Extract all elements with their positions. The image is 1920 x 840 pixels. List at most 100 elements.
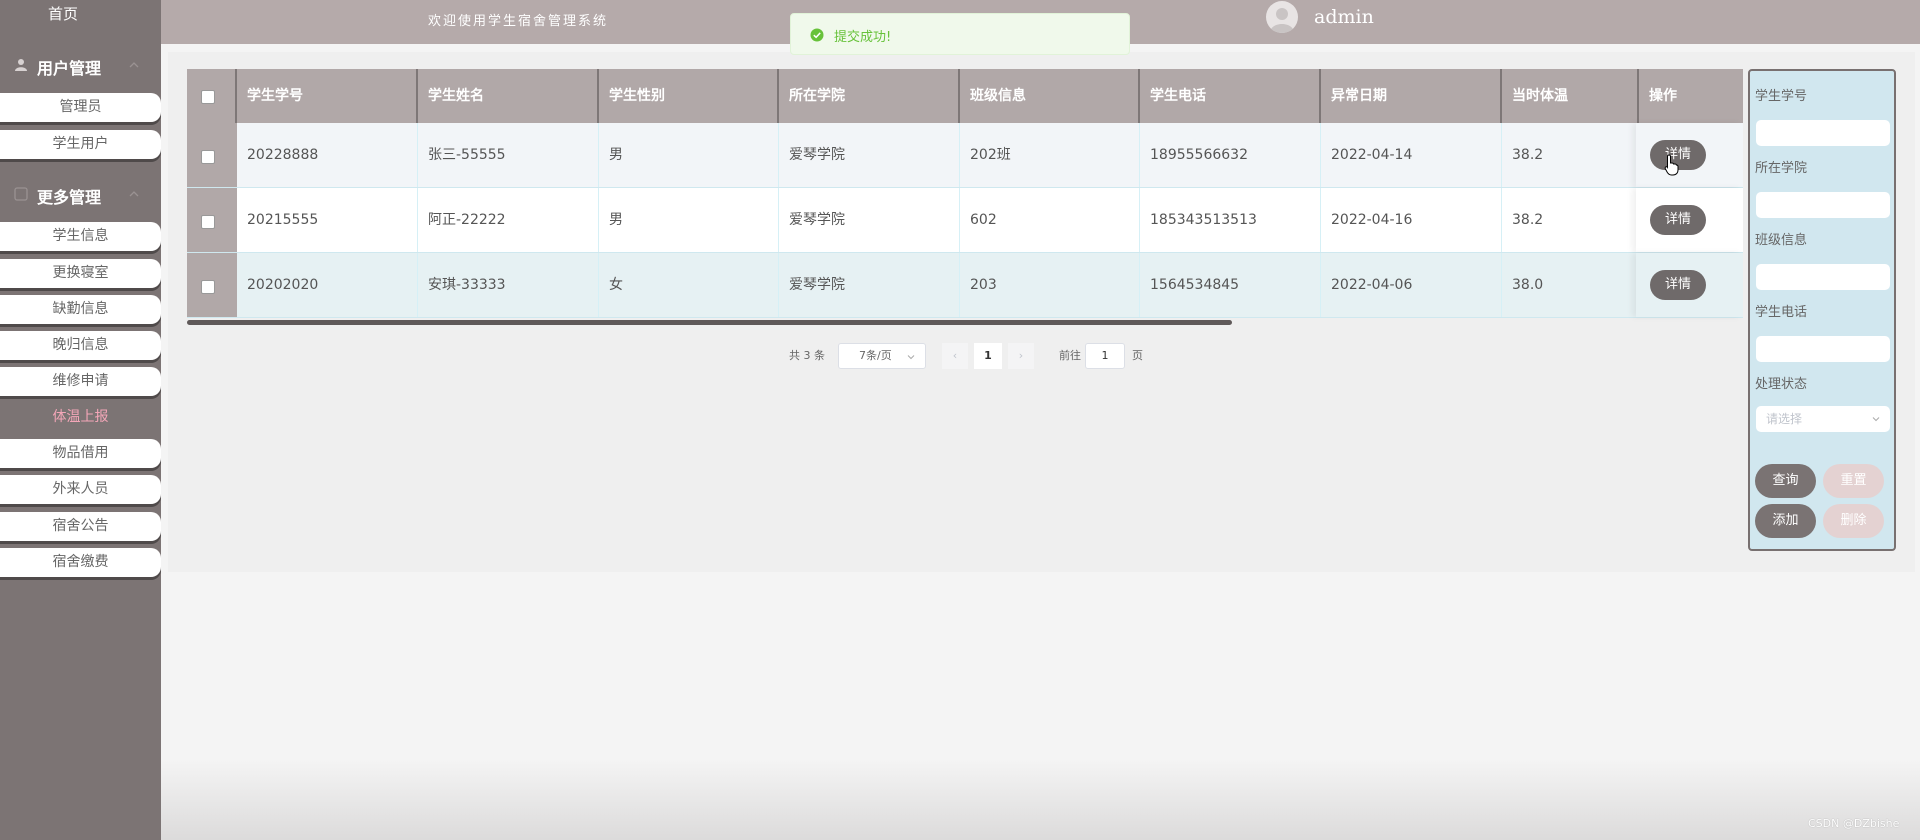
cell-phone: 1564534845	[1140, 253, 1321, 317]
column-header: 班级信息	[960, 69, 1140, 123]
cell-student-name: 安琪-33333	[418, 253, 599, 317]
next-page-button[interactable]: ›	[1008, 343, 1034, 369]
sidebar-group-label: 更多管理	[37, 188, 102, 207]
cell-actions: 详情	[1636, 188, 1743, 252]
column-header: 学生电话	[1140, 69, 1321, 123]
cell-student-name: 张三-55555	[418, 123, 599, 187]
watermark: CSDN @DZbishe	[1808, 817, 1900, 830]
detail-button[interactable]: 详情	[1650, 205, 1706, 235]
cell-college: 爱琴学院	[779, 253, 960, 317]
status-select-placeholder: 请选择	[1766, 412, 1803, 426]
column-header: 学生性别	[599, 69, 779, 123]
search-college-input[interactable]	[1756, 192, 1890, 218]
search-label-phone: 学生电话	[1755, 305, 1808, 320]
sidebar-group-user-management[interactable]: 用户管理	[0, 48, 161, 84]
cell-date: 2022-04-06	[1321, 253, 1502, 317]
cell-college: 爱琴学院	[779, 123, 960, 187]
header-checkbox-cell	[187, 69, 237, 123]
sidebar-item-absence[interactable]: 缺勤信息	[0, 295, 161, 324]
avatar-icon[interactable]	[1266, 1, 1298, 33]
search-label-college: 所在学院	[1755, 161, 1808, 176]
cell-student-id: 20215555	[237, 188, 418, 252]
sidebar-item-room-change[interactable]: 更换寝室	[0, 259, 161, 288]
row-checkbox[interactable]	[201, 280, 215, 294]
cell-temperature: 38.2	[1502, 188, 1639, 252]
detail-button[interactable]: 详情	[1650, 270, 1706, 300]
table-row[interactable]: 20215555 阿正-22222 男 爱琴学院 602 18534351351…	[187, 188, 1743, 253]
chevron-down-icon	[1872, 417, 1880, 422]
sidebar-group-label: 用户管理	[37, 59, 102, 78]
search-student-id-input[interactable]	[1756, 120, 1890, 146]
cell-phone: 18955566632	[1140, 123, 1321, 187]
cell-gender: 男	[599, 188, 779, 252]
table-row[interactable]: 20228888 张三-55555 男 爱琴学院 202班 1895556663…	[187, 123, 1743, 188]
sidebar-item-admin[interactable]: 管理员	[0, 93, 161, 122]
sidebar-item-visitors[interactable]: 外来人员	[0, 475, 161, 504]
search-label-class: 班级信息	[1755, 233, 1808, 248]
cell-actions: 详情	[1636, 253, 1743, 317]
column-header: 异常日期	[1321, 69, 1502, 123]
sidebar-item-repair[interactable]: 维修申请	[0, 367, 161, 396]
cell-date: 2022-04-16	[1321, 188, 1502, 252]
row-checkbox[interactable]	[201, 215, 215, 229]
status-select[interactable]: 请选择	[1756, 406, 1890, 432]
row-checkbox-cell	[187, 188, 237, 252]
column-header: 学生学号	[237, 69, 418, 123]
cell-student-name: 阿正-22222	[418, 188, 599, 252]
chevron-up-icon	[129, 62, 139, 68]
cell-student-id: 20228888	[237, 123, 418, 187]
table-row[interactable]: 20202020 安琪-33333 女 爱琴学院 203 1564534845 …	[187, 253, 1743, 318]
reset-button[interactable]: 重置	[1823, 464, 1884, 498]
delete-button[interactable]: 删除	[1823, 504, 1884, 538]
row-checkbox-cell	[187, 253, 237, 317]
sidebar-group-more-management[interactable]: 更多管理	[0, 177, 161, 213]
toast-message: 提交成功!	[834, 30, 892, 45]
cell-gender: 男	[599, 123, 779, 187]
sidebar-item-student-users[interactable]: 学生用户	[0, 130, 161, 159]
search-label-status: 处理状态	[1755, 377, 1808, 392]
sidebar-item-notice[interactable]: 宿舍公告	[0, 512, 161, 541]
username[interactable]: admin	[1314, 6, 1374, 28]
chevron-up-icon	[129, 191, 139, 197]
prev-page-button[interactable]: ‹	[942, 343, 968, 369]
check-circle-icon	[810, 28, 824, 42]
sidebar-item-temperature[interactable]: 体温上报	[0, 403, 161, 432]
pagination-total: 共 3 条	[789, 349, 825, 362]
page-size-value: 7条/页	[859, 349, 892, 362]
success-toast: 提交成功!	[790, 13, 1130, 55]
data-table: 学生学号 学生姓名 学生性别 所在学院 班级信息 学生电话 异常日期 当时体温 …	[187, 69, 1743, 322]
goto-label: 前往	[1059, 349, 1081, 362]
cell-actions: 详情	[1636, 123, 1743, 187]
cursor-icon	[1664, 154, 1679, 176]
sidebar-item-late-return[interactable]: 晚归信息	[0, 331, 161, 360]
search-phone-input[interactable]	[1756, 336, 1890, 362]
page-size-select[interactable]: 7条/页	[838, 343, 926, 369]
user-icon	[15, 59, 27, 71]
sidebar: 首页 用户管理 管理员 学生用户 更多管理 学生信息 更换寝室 缺勤信息 晚归信…	[0, 0, 161, 840]
cell-class: 203	[960, 253, 1140, 317]
grid-icon	[14, 187, 28, 201]
query-button[interactable]: 查询	[1755, 464, 1816, 498]
cell-college: 爱琴学院	[779, 188, 960, 252]
cell-date: 2022-04-14	[1321, 123, 1502, 187]
column-header: 所在学院	[779, 69, 960, 123]
sidebar-home[interactable]: 首页	[0, 0, 126, 30]
goto-page-input[interactable]: 1	[1085, 343, 1125, 369]
sidebar-item-payment[interactable]: 宿舍缴费	[0, 548, 161, 577]
bottom-gradient	[161, 760, 1920, 840]
system-title: 欢迎使用学生宿舍管理系统	[428, 14, 609, 29]
select-all-checkbox[interactable]	[201, 90, 215, 104]
search-class-input[interactable]	[1756, 264, 1890, 290]
page-number-button[interactable]: 1	[974, 343, 1002, 369]
sidebar-item-borrow[interactable]: 物品借用	[0, 439, 161, 468]
sidebar-item-student-info[interactable]: 学生信息	[0, 222, 161, 251]
cell-phone: 185343513513	[1140, 188, 1321, 252]
table-horizontal-scrollbar[interactable]	[187, 320, 1232, 325]
column-header: 操作	[1649, 88, 1677, 104]
add-button[interactable]: 添加	[1755, 504, 1816, 538]
cell-gender: 女	[599, 253, 779, 317]
row-checkbox[interactable]	[201, 150, 215, 164]
column-header: 学生姓名	[418, 69, 599, 123]
search-panel: 学生学号 所在学院 班级信息 学生电话 处理状态 请选择 查询 重置 添加 删除	[1748, 69, 1896, 551]
cell-temperature: 38.2	[1502, 123, 1639, 187]
